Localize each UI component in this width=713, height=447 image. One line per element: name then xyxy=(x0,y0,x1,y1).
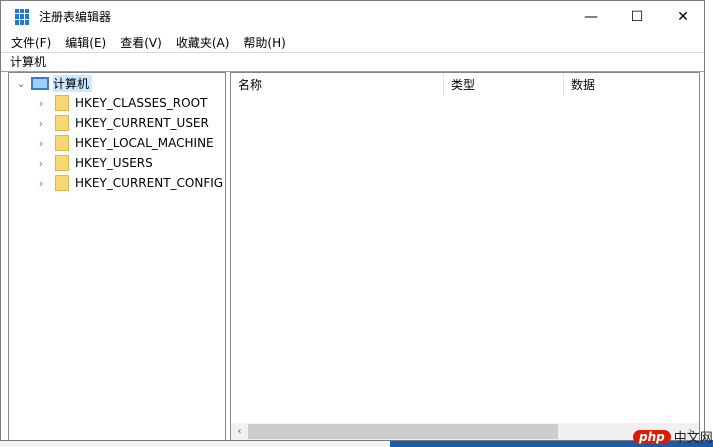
folder-icon xyxy=(55,95,69,111)
menu-view[interactable]: 查看(V) xyxy=(120,34,162,51)
address-bar[interactable]: 计算机 xyxy=(1,52,704,72)
tree-node-label: HKEY_CURRENT_USER xyxy=(75,116,209,130)
menu-edit[interactable]: 编辑(E) xyxy=(65,34,106,51)
chevron-right-icon[interactable]: › xyxy=(35,157,47,170)
tree-node-computer[interactable]: ⌄ 计算机 xyxy=(15,73,93,93)
column-type[interactable]: 类型 xyxy=(444,73,564,96)
title-bar: 注册表编辑器 — ☐ ✕ xyxy=(1,1,704,32)
values-pane: 名称 类型 数据 ‹ › xyxy=(230,72,700,440)
computer-icon xyxy=(31,76,49,90)
chevron-right-icon[interactable]: › xyxy=(35,177,47,190)
tree-node-hklm[interactable]: › HKEY_LOCAL_MACHINE xyxy=(35,133,214,153)
tree-node-label: HKEY_LOCAL_MACHINE xyxy=(75,136,214,150)
column-header: 名称 类型 数据 xyxy=(231,73,699,97)
chevron-right-icon[interactable]: › xyxy=(35,97,47,110)
chevron-down-icon[interactable]: ⌄ xyxy=(15,77,27,90)
registry-app-icon xyxy=(15,8,31,25)
window-title: 注册表编辑器 xyxy=(39,10,112,24)
maximize-button[interactable]: ☐ xyxy=(614,1,660,32)
folder-icon xyxy=(55,115,69,131)
tree-node-label: 计算机 xyxy=(53,74,93,92)
menu-favorites[interactable]: 收藏夹(A) xyxy=(176,34,230,51)
column-name[interactable]: 名称 xyxy=(231,73,444,96)
folder-icon xyxy=(55,155,69,171)
menu-help[interactable]: 帮助(H) xyxy=(243,34,285,51)
menu-bar: 文件(F) 编辑(E) 查看(V) 收藏夹(A) 帮助(H) xyxy=(1,32,704,52)
tree-pane: ⌄ 计算机 › HKEY_CLASSES_ROOT › HKEY_CURRENT_U… xyxy=(8,72,226,440)
tree-node-hkcu[interactable]: › HKEY_CURRENT_USER xyxy=(35,113,209,133)
tree-node-hku[interactable]: › HKEY_USERS xyxy=(35,153,153,173)
folder-icon xyxy=(55,135,69,151)
tree-node-label: HKEY_CURRENT_CONFIG xyxy=(75,176,224,190)
tree-node-hkcc[interactable]: › HKEY_CURRENT_CONFIG xyxy=(35,173,223,193)
registry-editor-window: 注册表编辑器 — ☐ ✕ 文件(F) 编辑(E) 查看(V) 收藏夹(A) 帮助… xyxy=(0,0,705,441)
minimize-button[interactable]: — xyxy=(568,1,614,32)
close-button[interactable]: ✕ xyxy=(660,1,706,32)
chevron-right-icon[interactable]: › xyxy=(35,117,47,130)
tree-node-label: HKEY_CLASSES_ROOT xyxy=(75,96,208,110)
column-data[interactable]: 数据 xyxy=(564,73,699,96)
scroll-left-icon[interactable]: ‹ xyxy=(231,426,248,437)
chevron-right-icon[interactable]: › xyxy=(35,137,47,150)
tree-node-label: HKEY_USERS xyxy=(75,156,153,170)
scrollbar-thumb[interactable] xyxy=(248,424,558,439)
php-watermark-logo: php 中文网 xyxy=(633,427,713,446)
menu-file[interactable]: 文件(F) xyxy=(11,34,51,51)
horizontal-scrollbar[interactable]: ‹ › xyxy=(231,423,699,440)
tree-node-hkcr[interactable]: › HKEY_CLASSES_ROOT xyxy=(35,93,207,113)
desktop-background xyxy=(704,0,713,447)
folder-icon xyxy=(55,175,69,191)
